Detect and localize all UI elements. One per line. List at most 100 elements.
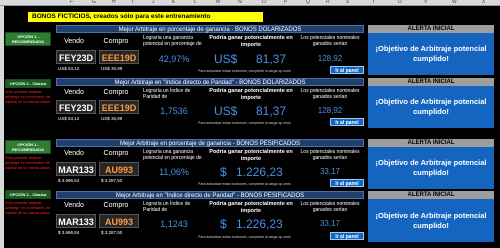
column-letter: N xyxy=(238,0,242,5)
compro-ticker[interactable]: EEE19D xyxy=(99,50,139,64)
compro-label: Compro xyxy=(103,89,129,96)
column-letter: G xyxy=(92,0,96,5)
banner: BONOS FICTICIOS, creados sólo para este … xyxy=(28,12,263,22)
metric-value: 1,1243 xyxy=(160,219,188,229)
column-letter: O xyxy=(262,0,266,5)
vendo-price: US$ 63,12 xyxy=(58,66,80,71)
section-title: Mejor Arbitraje en porcentaje de gananci… xyxy=(56,139,364,147)
currency-symbol: $ xyxy=(220,217,227,231)
vendo-price: $ 3.696,64 xyxy=(58,178,80,183)
vendo-ticker[interactable]: MAR133 xyxy=(56,214,96,228)
vendo-label: Vendo xyxy=(64,38,84,45)
potential-amount: 1.226,23 xyxy=(236,217,283,231)
vendo-label: Vendo xyxy=(64,202,84,209)
vendo-ticker[interactable]: FEY23D xyxy=(56,100,96,114)
column-letter: K xyxy=(172,0,176,5)
option-label: OPCIÓN 1 - RECOMENDADA xyxy=(5,140,51,154)
column-letter: H xyxy=(112,0,116,5)
go-to-panel-button[interactable]: Ir al panel xyxy=(330,232,364,240)
option-label: OPCIÓN 2 - Clásica xyxy=(5,190,51,199)
nominal-value: 33,17 xyxy=(319,167,341,176)
metric-description: Lograría un Índice de Paridad de xyxy=(143,201,191,213)
vendo-ticker[interactable]: FEY23D xyxy=(56,50,96,64)
column-letter: V xyxy=(424,0,428,5)
footer-note: Para actualizar estas funciones, complet… xyxy=(198,69,291,73)
column-letter: S xyxy=(346,0,350,5)
compro-label: Compro xyxy=(103,150,129,157)
compro-ticker[interactable]: AU993 xyxy=(99,214,139,228)
go-to-panel-button[interactable]: Ir al panel xyxy=(330,179,364,187)
nominal-label: Los potenciales nominales ganados serían xyxy=(300,149,360,161)
nominal-value: 33,17 xyxy=(319,219,341,228)
column-letter: U xyxy=(398,0,402,5)
potential-amount: 1.226,23 xyxy=(236,165,283,179)
column-letter: I xyxy=(132,0,134,5)
option-note: Solo permite realizar arbitraje en nomin… xyxy=(5,155,51,170)
section-title: Mejor Arbitraje en "Indice directo de Pa… xyxy=(56,191,364,199)
potential-label: Podría ganar potencialmente en importe xyxy=(209,88,293,101)
alert-header: ALERTA INICIAL xyxy=(368,78,494,86)
vendo-label: Vendo xyxy=(64,89,84,96)
nominal-label: Los potenciales nominales ganados serían xyxy=(300,201,360,213)
side-option: OPCIÓN 1 - RECOMENDADA Solo permite real… xyxy=(5,140,51,170)
column-letter: T xyxy=(372,0,376,5)
alert-header: ALERTA INICIAL xyxy=(368,25,494,33)
nominal-value: 128,92 xyxy=(317,106,343,115)
go-to-panel-button[interactable]: Ir al panel xyxy=(330,118,364,126)
column-letter: M xyxy=(216,0,221,5)
nominal-label: Los potenciales nominales ganados serían xyxy=(300,35,360,47)
vendo-price: US$ 63,12 xyxy=(58,116,80,121)
alert-message: ¡Objetivo de Arbitraje potencial cumplid… xyxy=(368,199,494,242)
option-note: Solo permite realizar arbitraje en nomin… xyxy=(5,200,51,215)
vendo-label: Vendo xyxy=(64,150,84,157)
section-title: Mejor Arbitraje en "Indice directo de Pa… xyxy=(56,78,364,86)
compro-price: US$ 35,99 xyxy=(101,116,123,121)
nominal-value: 128,92 xyxy=(317,54,343,63)
column-letter: X xyxy=(482,0,486,5)
currency-symbol: $ xyxy=(220,165,227,179)
alert-header: ALERTA INICIAL xyxy=(368,191,494,199)
vendo-price: $ 3.696,64 xyxy=(58,230,80,235)
column-letter: W xyxy=(452,0,457,5)
nominal-label: Los potenciales nominales ganados serían xyxy=(300,88,360,100)
side-option: OPCIÓN 1 - RECOMENDADA xyxy=(5,32,51,47)
compro-label: Compro xyxy=(103,38,129,45)
compro-price: US$ 35,99 xyxy=(101,66,123,71)
column-letter: L xyxy=(194,0,197,5)
currency-symbol: US$ xyxy=(214,52,238,66)
metric-description: Lograría una ganancia potencial en porce… xyxy=(143,35,202,47)
metric-value: 11,06% xyxy=(159,167,189,177)
column-letter: J xyxy=(152,0,155,5)
column-letter: P xyxy=(284,0,288,5)
currency-symbol: US$ xyxy=(214,104,238,118)
option-label: OPCIÓN 2 - Clásica xyxy=(5,79,51,88)
option-label: OPCIÓN 1 - RECOMENDADA xyxy=(5,32,51,46)
alert-message: ¡Objetivo de Arbitraje potencial cumplid… xyxy=(368,33,494,75)
footer-note: Para actualizar estas funciones, complet… xyxy=(198,235,291,239)
potential-label: Podría ganar potencialmente en importe xyxy=(209,35,293,48)
compro-ticker[interactable]: EEE19D xyxy=(99,100,139,114)
potential-label: Podría ganar potencialmente en importe xyxy=(209,149,293,162)
go-to-panel-button[interactable]: Ir al panel xyxy=(330,66,364,74)
vendo-ticker[interactable]: MAR133 xyxy=(56,162,96,176)
metric-description: Lograría un Índice de Paridad de xyxy=(143,88,191,100)
column-header-bar: F G H I J K L M N O P Q R S T U V W X xyxy=(0,0,500,6)
row-header-bar xyxy=(0,6,4,248)
metric-value: 42,97% xyxy=(158,54,190,64)
alert-header: ALERTA INICIAL xyxy=(368,139,494,147)
alert-message: ¡Objetivo de Arbitraje potencial cumplid… xyxy=(368,147,494,189)
compro-price: $ 3.287,50 xyxy=(101,178,123,183)
footer-note: Para actualizar estas funciones, complet… xyxy=(198,121,291,125)
column-letter: R xyxy=(326,0,330,5)
alert-message: ¡Objetivo de Arbitraje potencial cumplid… xyxy=(368,86,494,128)
column-letter: Q xyxy=(306,0,310,5)
footer-note: Para actualizar estas funciones, complet… xyxy=(198,182,291,186)
side-option: OPCIÓN 2 - Clásica Solo permite realizar… xyxy=(5,79,51,104)
compro-ticker[interactable]: AU993 xyxy=(99,162,139,176)
potential-label: Podría ganar potencialmente en importe xyxy=(209,201,293,214)
metric-value: 1,7536 xyxy=(160,106,188,116)
option-note: Solo permite realizar arbitraje en nomin… xyxy=(5,89,51,104)
compro-price: $ 3.287,50 xyxy=(101,230,123,235)
section-title: Mejor Arbitraje en porcentaje de gananci… xyxy=(56,25,364,33)
metric-description: Lograría una ganancia potencial en porce… xyxy=(143,149,202,161)
